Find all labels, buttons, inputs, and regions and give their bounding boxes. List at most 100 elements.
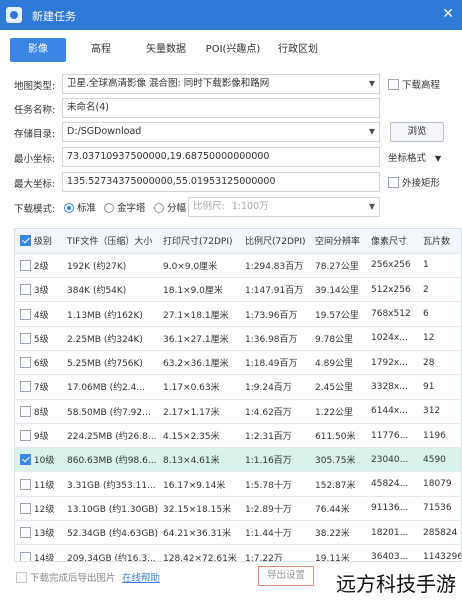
tab-elevation[interactable]: 高程 (78, 38, 124, 62)
tif-size-cell: 2.25MB (约324K) (63, 326, 159, 351)
scale-cell: 1:7.22万 (241, 544, 311, 561)
level-label: 10级 (33, 456, 55, 467)
mode-tile-radio[interactable]: 分幅 (154, 200, 186, 214)
tab-admin-division[interactable]: 行政区划 (270, 38, 326, 62)
min-coord-input[interactable]: 73.03710937500000,19.68750000000000 (62, 147, 380, 167)
resolution-cell: 76.44米 (311, 496, 367, 522)
table-row[interactable]: 7级 17.06MB (约2.4... 1.17×0.63米 1:9.24百万 2.45… (15, 374, 461, 400)
tif-size-cell: 1.13MB (约162K) (63, 301, 159, 327)
outer-rect-option[interactable]: 外接矩形 (388, 175, 440, 189)
online-help-link[interactable]: 在线帮助 (122, 570, 160, 584)
table-row[interactable]: 14级 209.34GB (约16.3... 128.42×72.61米 1:7.22… (15, 544, 461, 561)
table-row[interactable]: 3级 384K (约54K) 18.1×9.0厘米 1:147.91百万 39.14公里… (15, 277, 461, 303)
header-tif-size[interactable]: TIF文件（压缩）大小 (63, 229, 159, 254)
map-type-label: 地图类型: (14, 81, 56, 92)
row-checkbox[interactable] (20, 430, 31, 442)
table-row[interactable]: 12级 13.10GB (约1.30GB) 32.15×18.15米 1:2.89十万… (15, 496, 461, 522)
level-cell: 11级 (15, 471, 63, 497)
tab-vector[interactable]: 矢量数据 (136, 38, 196, 62)
print-size-cell: 27.1×18.1厘米 (159, 301, 241, 327)
tab-bar: 影像 高程 矢量数据 POI(兴趣点) 行政区划 (0, 38, 462, 64)
row-checkbox[interactable] (20, 527, 31, 539)
mode-standard-radio[interactable]: 标准 (64, 200, 96, 214)
header-level[interactable]: 级别 (15, 229, 63, 254)
resolution-cell: 152.87米 (311, 471, 367, 497)
row-checkbox[interactable] (20, 478, 31, 490)
browse-button[interactable]: 浏览 (390, 122, 444, 142)
tile-count-cell: 18079 (419, 471, 461, 497)
header-tile-count[interactable]: 瓦片数 (419, 229, 461, 254)
pixel-size-cell: 256x256 (367, 253, 419, 279)
row-checkbox[interactable] (20, 454, 31, 466)
watermark: 远方科技手游 (334, 568, 458, 597)
scale-select[interactable]: 比例尺: 1:100万 ▼ (188, 197, 380, 217)
max-coord-input[interactable]: 135.52734375000000,55.01953125000000 (62, 172, 380, 192)
chevron-down-icon: ▼ (368, 79, 375, 88)
max-coord-row: 最大坐标: 135.52734375000000,55.019531250000… (0, 172, 462, 194)
scale-cell: 1:1.44十万 (241, 520, 311, 546)
chevron-down-icon: ▼ (435, 154, 442, 163)
level-label: 7级 (33, 383, 49, 394)
export-settings-button[interactable]: 导出设置 (258, 566, 314, 586)
row-checkbox[interactable] (20, 551, 31, 561)
close-icon[interactable]: ✕ (442, 6, 454, 22)
header-pixel-size[interactable]: 像素尺寸 (367, 229, 419, 254)
table-row[interactable]: 10级 860.63MB (约98.6... 8.13×4.61米 1:1.16百万 3… (15, 447, 461, 473)
level-cell: 6级 (15, 350, 63, 376)
table-row[interactable]: 5级 2.25MB (约324K) 36.1×27.1厘米 1:36.98百万 9.78… (15, 326, 461, 351)
table-row[interactable]: 9级 224.25MB (约26.8... 4.15×2.35米 1:2.31百万 61… (15, 423, 461, 449)
task-name-row: 任务名称: 未命名(4) (0, 98, 462, 120)
table-row[interactable]: 6级 5.25MB (约756K) 63.2×36.1厘米 1:18.49百万 4.89… (15, 350, 461, 376)
row-checkbox[interactable] (20, 357, 31, 369)
tab-imagery[interactable]: 影像 (10, 38, 66, 62)
row-checkbox[interactable] (20, 308, 31, 320)
tif-size-cell: 3.31GB (约353.11... (63, 471, 159, 497)
table-row[interactable]: 13级 52.34GB (约4.63GB) 64.21×36.31米 1:1.44十万… (15, 520, 461, 546)
row-checkbox[interactable] (20, 284, 31, 296)
export-after-option[interactable]: 下载完成后导出图片 (16, 570, 116, 584)
table-row[interactable]: 8级 58.50MB (约7.92... 2.17×1.17米 1:4.62百万 1.2… (15, 399, 461, 424)
outer-rect-checkbox[interactable] (388, 177, 399, 188)
tile-count-cell: 4590 (419, 447, 461, 473)
tif-size-cell: 13.10GB (约1.30GB) (63, 496, 159, 522)
row-checkbox[interactable] (20, 332, 31, 344)
tile-count-cell: 6 (419, 301, 461, 327)
tif-size-cell: 209.34GB (约16.3... (63, 544, 159, 561)
table-row[interactable]: 11级 3.31GB (约353.11... 16.17×9.14米 1:5.78十万… (15, 471, 461, 497)
level-label: 13级 (33, 529, 55, 540)
resolution-cell: 19.11米 (311, 544, 367, 561)
scale-cell: 1:5.78十万 (241, 471, 311, 497)
export-after-checkbox[interactable] (16, 572, 27, 583)
map-type-select[interactable]: 卫星.全球高清影像 混合图: 同时下载影像和路网 ▼ (62, 74, 380, 94)
scale-cell: 1:4.62百万 (241, 399, 311, 424)
level-label: 11级 (33, 480, 55, 491)
save-dir-label: 存储目录: (14, 129, 56, 140)
row-checkbox[interactable] (20, 405, 31, 417)
task-name-input[interactable]: 未命名(4) (62, 98, 380, 118)
level-cell: 13级 (15, 520, 63, 546)
download-elevation-option[interactable]: 下载高程 (388, 77, 440, 91)
table-row[interactable]: 4级 1.13MB (约162K) 27.1×18.1厘米 1:73.96百万 19.5… (15, 301, 461, 327)
download-mode-row: 下载模式: 标准 金字塔 分幅 比例尺: 1:100万 ▼ (0, 197, 462, 219)
header-resolution[interactable]: 空间分辨率 (311, 229, 367, 254)
header-scale[interactable]: 比例尺(72DPI) (241, 229, 311, 254)
row-checkbox[interactable] (20, 259, 31, 271)
row-checkbox[interactable] (20, 381, 31, 393)
scale-cell: 1:18.49百万 (241, 350, 311, 376)
download-elevation-checkbox[interactable] (388, 79, 399, 90)
row-checkbox[interactable] (20, 502, 31, 514)
coord-format-dropdown[interactable]: 坐标格式 ▼ (388, 150, 441, 164)
table-row[interactable]: 2级 192K (约27K) 9.0×9.0厘米 1:294.83百万 78.27公里 2… (15, 253, 461, 279)
save-dir-select[interactable]: D:/SGDownload ▼ (62, 122, 380, 142)
scale-cell: 1:73.96百万 (241, 301, 311, 327)
window-title: 新建任务 (32, 10, 76, 23)
select-all-checkbox[interactable] (20, 235, 31, 247)
header-print-size[interactable]: 打印尺寸(72DPI) (159, 229, 241, 254)
max-coord-label: 最大坐标: (14, 179, 56, 190)
resolution-cell: 38.22米 (311, 520, 367, 546)
mode-pyramid-radio[interactable]: 金字塔 (104, 200, 146, 214)
pixel-size-cell: 3328x... (367, 374, 419, 400)
tile-count-cell: 285824 (419, 520, 461, 546)
print-size-cell: 32.15×18.15米 (159, 496, 241, 522)
tab-poi[interactable]: POI(兴趣点) (200, 38, 266, 62)
